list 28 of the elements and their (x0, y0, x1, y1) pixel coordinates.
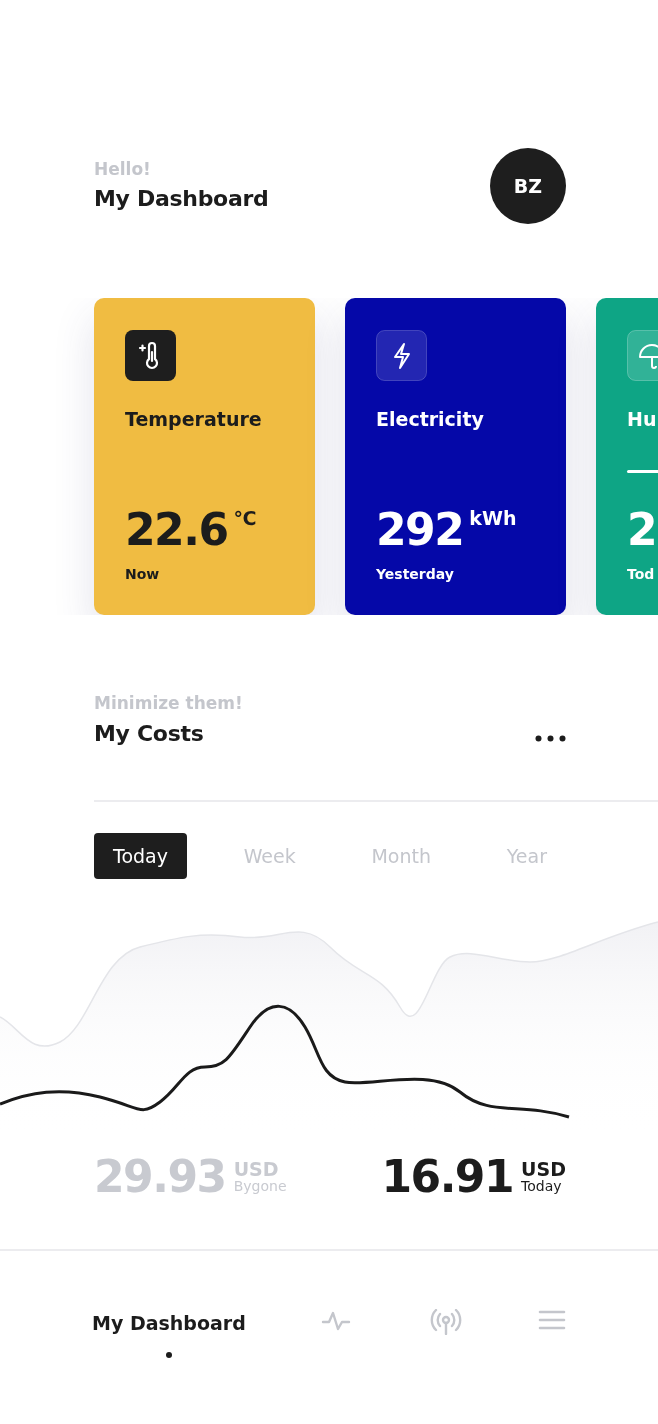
card-value: 292 (376, 508, 464, 552)
total-amount: 16.91 (381, 1155, 514, 1199)
card-title: Hu (627, 407, 658, 432)
currency-label: USD (521, 1159, 566, 1179)
antenna-icon[interactable] (428, 1309, 463, 1335)
greeting-text: Hello! (94, 157, 152, 181)
card-caption: Yesterday (376, 565, 455, 584)
section-subtitle: Minimize them! (94, 692, 243, 715)
card-caption: Now (125, 565, 161, 584)
avatar[interactable]: BZ (490, 148, 566, 224)
total-caption: Today (521, 1178, 563, 1195)
card-title: Temperature (125, 407, 263, 432)
unit-label: kWh (469, 506, 517, 531)
period-tab[interactable]: Today (94, 832, 187, 879)
card-title: Electricity (376, 407, 485, 432)
active-indicator (165, 1351, 172, 1358)
section-title: My Costs (94, 719, 205, 748)
thermometer-icon (125, 330, 176, 381)
card-caption: Tod (627, 565, 656, 584)
menu-icon[interactable] (538, 1309, 566, 1331)
card-value: 22.6 (125, 508, 228, 552)
page-title: My Dashboard (94, 185, 269, 214)
sensor-card[interactable]: Temperature 22.6℃ Now (94, 298, 315, 615)
nav-tab[interactable]: My Dashboard (92, 1309, 246, 1338)
lightning-icon (376, 330, 427, 381)
unit-label: ℃ (233, 506, 257, 531)
more-icon[interactable] (535, 734, 566, 742)
card-value: 2 (627, 508, 657, 552)
